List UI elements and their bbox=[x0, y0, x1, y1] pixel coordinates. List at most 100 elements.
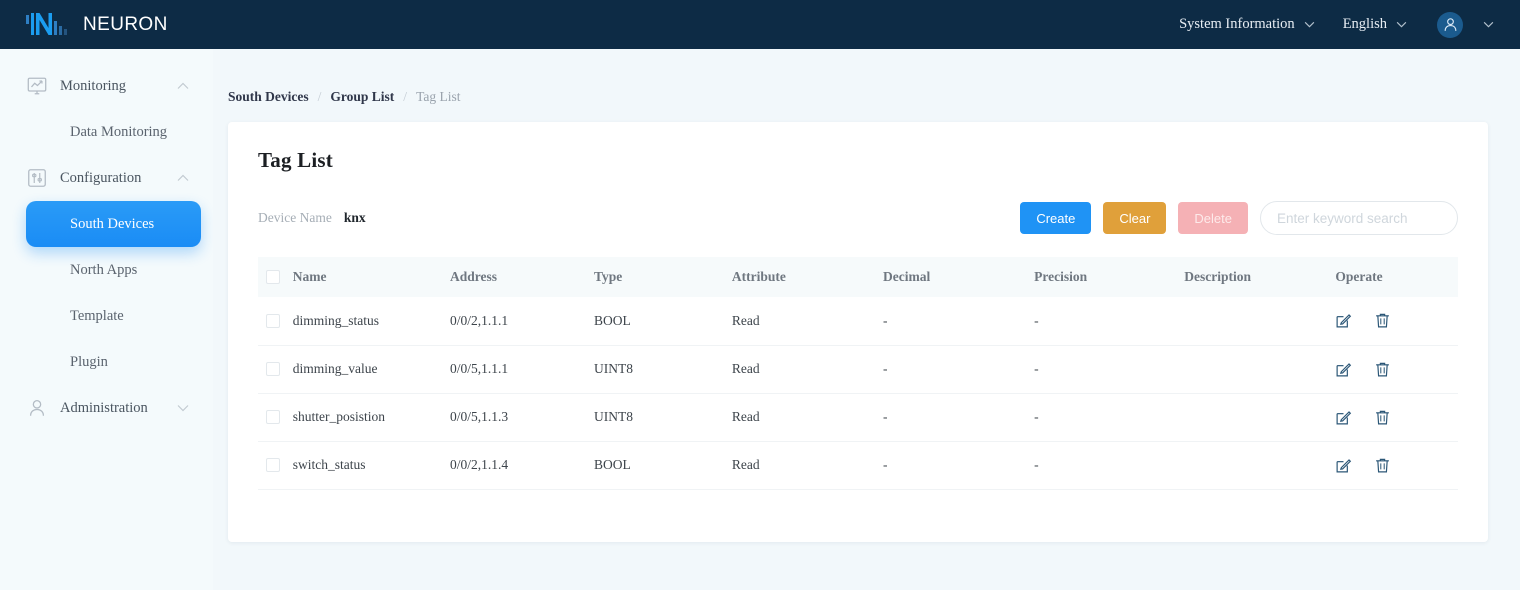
breadcrumb-separator: / bbox=[317, 89, 322, 104]
cell-type: BOOL bbox=[593, 312, 631, 328]
cell-name: dimming_status bbox=[292, 312, 379, 328]
device-name-field: Device Name knx bbox=[258, 210, 366, 226]
column-header-operate: Operate bbox=[1335, 269, 1383, 284]
cell-precision: - bbox=[1034, 409, 1039, 424]
sidebar-item-label: North Apps bbox=[70, 261, 138, 278]
table-body: dimming_status 0/0/2,1.1.1 BOOL Read - - bbox=[258, 297, 1458, 489]
delete-button[interactable]: Delete bbox=[1178, 202, 1248, 234]
table-row[interactable]: switch_status 0/0/2,1.1.4 BOOL Read - - bbox=[258, 441, 1458, 489]
sidebar-item-configuration[interactable]: Configuration bbox=[0, 155, 213, 201]
row-select-cell bbox=[258, 345, 293, 393]
toolbar-actions: Create Clear Delete bbox=[1020, 201, 1458, 235]
main-content: South Devices / Group List / Tag List Ta… bbox=[213, 49, 1520, 590]
row-checkbox[interactable] bbox=[266, 313, 280, 328]
cell-attribute: Read bbox=[731, 361, 760, 376]
row-checkbox[interactable] bbox=[266, 410, 280, 424]
sidebar-item-label: Plugin bbox=[70, 353, 108, 370]
cell-precision: - bbox=[1034, 457, 1039, 472]
sidebar-item-label: Data Monitoring bbox=[70, 123, 168, 140]
page-title: Tag List bbox=[258, 148, 333, 172]
row-actions bbox=[1335, 457, 1458, 474]
top-header-bar: NEURON System Information English bbox=[0, 0, 1520, 49]
table-toolbar: Device Name knx Create Clear Delete bbox=[258, 201, 1458, 235]
sidebar-item-administration[interactable]: Administration bbox=[0, 385, 213, 431]
cell-address: 0/0/5,1.1.1 bbox=[449, 361, 509, 376]
cell-decimal: - bbox=[882, 361, 888, 376]
cell-attribute: Read bbox=[731, 457, 760, 472]
row-select-cell bbox=[258, 393, 293, 441]
chevron-down-icon bbox=[1304, 21, 1314, 28]
user-menu[interactable] bbox=[1421, 11, 1498, 38]
sidebar-item-monitoring[interactable]: Monitoring bbox=[0, 63, 213, 109]
sidebar-item-plugin[interactable]: Plugin bbox=[0, 339, 213, 385]
monitor-icon bbox=[27, 77, 47, 95]
chevron-down-icon[interactable] bbox=[177, 404, 189, 412]
row-checkbox[interactable] bbox=[266, 458, 280, 472]
cell-address: 0/0/2,1.1.4 bbox=[449, 457, 509, 472]
delete-icon[interactable] bbox=[1374, 312, 1391, 329]
column-header-description: Description bbox=[1184, 269, 1251, 284]
brand[interactable]: NEURON bbox=[26, 11, 168, 39]
cell-description bbox=[1184, 297, 1335, 345]
sidebar-item-template[interactable]: Template bbox=[0, 293, 213, 339]
cell-decimal: - bbox=[882, 457, 888, 472]
sidebar-item-data-monitoring[interactable]: Data Monitoring bbox=[0, 109, 213, 155]
cell-description bbox=[1184, 345, 1335, 393]
chevron-up-icon[interactable] bbox=[177, 174, 189, 182]
system-information-menu[interactable]: System Information bbox=[1165, 16, 1329, 33]
cell-decimal: - bbox=[882, 409, 888, 424]
delete-icon[interactable] bbox=[1374, 457, 1391, 474]
brand-name: NEURON bbox=[83, 13, 168, 35]
table-row[interactable]: dimming_status 0/0/2,1.1.1 BOOL Read - - bbox=[258, 297, 1458, 345]
column-header-decimal: Decimal bbox=[882, 269, 931, 284]
cell-attribute: Read bbox=[731, 409, 760, 424]
user-icon bbox=[1444, 18, 1456, 31]
search-input[interactable] bbox=[1260, 201, 1458, 235]
delete-icon[interactable] bbox=[1374, 409, 1391, 426]
chevron-down-icon bbox=[1483, 21, 1494, 28]
clear-button[interactable]: Clear bbox=[1103, 202, 1167, 234]
column-header-address: Address bbox=[449, 269, 497, 284]
sidebar-item-south-devices[interactable]: South Devices bbox=[26, 201, 201, 247]
neuron-logo-icon bbox=[26, 12, 67, 35]
tag-list-card: Tag List Device Name knx Create Clear De… bbox=[228, 122, 1488, 542]
sliders-icon bbox=[28, 169, 46, 187]
sidebar: Monitoring Data Monitoring Configuration bbox=[0, 49, 213, 590]
row-actions bbox=[1335, 409, 1458, 426]
table-row[interactable]: dimming_value 0/0/5,1.1.1 UINT8 Read - - bbox=[258, 345, 1458, 393]
edit-icon[interactable] bbox=[1335, 361, 1352, 378]
breadcrumb: South Devices / Group List / Tag List bbox=[228, 89, 1488, 105]
table-header-row: Name Address Type Attribute Decimal Prec… bbox=[258, 257, 1458, 297]
chevron-up-icon[interactable] bbox=[177, 82, 189, 90]
user-icon bbox=[29, 400, 45, 416]
cell-precision: - bbox=[1034, 361, 1039, 376]
cell-operate bbox=[1335, 393, 1458, 441]
table-row[interactable]: shutter_posistion 0/0/5,1.1.3 UINT8 Read… bbox=[258, 393, 1458, 441]
sidebar-item-label: South Devices bbox=[70, 215, 155, 232]
column-header-attribute: Attribute bbox=[731, 269, 786, 284]
cell-operate bbox=[1335, 345, 1458, 393]
column-header-precision: Precision bbox=[1034, 269, 1088, 284]
breadcrumb-item-south-devices[interactable]: South Devices bbox=[228, 89, 309, 105]
row-checkbox[interactable] bbox=[266, 362, 280, 376]
breadcrumb-item-tag-list: Tag List bbox=[416, 89, 461, 104]
select-all-checkbox[interactable] bbox=[266, 270, 280, 284]
sidebar-item-label: Template bbox=[70, 307, 124, 324]
system-information-label: System Information bbox=[1179, 16, 1295, 32]
delete-icon[interactable] bbox=[1374, 361, 1391, 378]
edit-icon[interactable] bbox=[1335, 457, 1352, 474]
cell-operate bbox=[1335, 297, 1458, 345]
cell-description bbox=[1184, 393, 1335, 441]
edit-icon[interactable] bbox=[1335, 312, 1352, 329]
create-button[interactable]: Create bbox=[1020, 202, 1092, 234]
topbar-right-group: System Information English bbox=[1165, 11, 1498, 38]
breadcrumb-item-group-list[interactable]: Group List bbox=[330, 89, 394, 105]
cell-description bbox=[1184, 441, 1335, 489]
cell-type: BOOL bbox=[593, 457, 631, 472]
cell-name: switch_status bbox=[292, 457, 366, 472]
edit-icon[interactable] bbox=[1335, 409, 1352, 426]
sidebar-item-label: Administration bbox=[60, 399, 148, 416]
avatar bbox=[1437, 11, 1463, 38]
language-menu[interactable]: English bbox=[1329, 16, 1421, 33]
sidebar-item-north-apps[interactable]: North Apps bbox=[0, 247, 213, 293]
